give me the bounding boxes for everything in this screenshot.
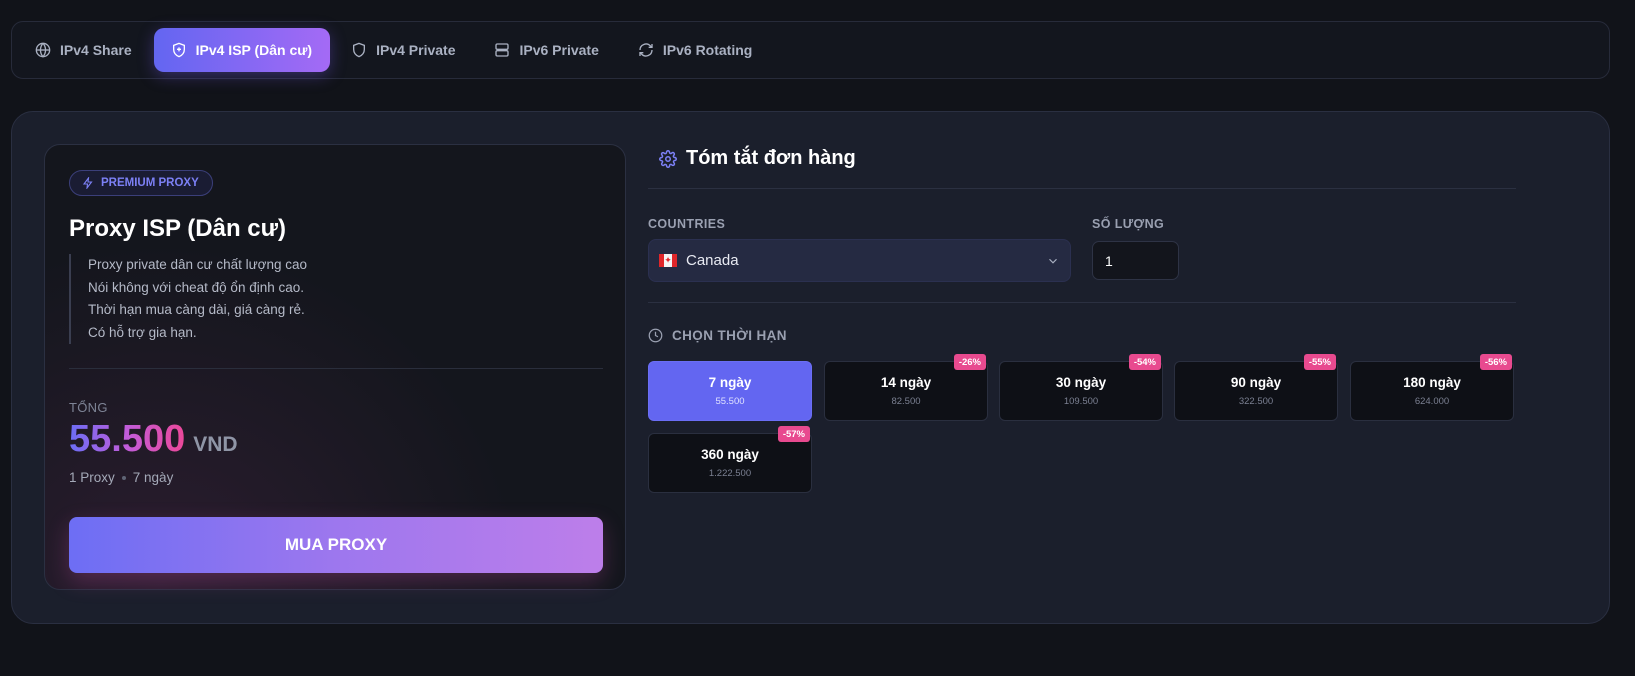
quantity-label: SỐ LƯỢNG	[1092, 217, 1165, 231]
order-meta: 1 Proxy 7 ngày	[69, 470, 173, 485]
globe-icon	[35, 42, 51, 58]
duration-days: 14 ngày	[880, 375, 932, 390]
proxy-type-tabs: IPv4 Share IPv4 ISP (Dân cư) IPv4 Privat…	[11, 21, 1610, 79]
tab-label: IPv4 ISP (Dân cư)	[195, 42, 313, 58]
duration-days: 7 ngày	[708, 375, 752, 390]
duration-price: 82.500	[891, 396, 921, 407]
tab-ipv6-private[interactable]: IPv6 Private	[477, 28, 616, 72]
quantity-input[interactable]	[1092, 241, 1179, 280]
duration-price: 109.500	[1063, 396, 1099, 407]
total-label: TỔNG	[69, 400, 108, 415]
gear-icon	[659, 149, 677, 168]
tab-ipv6-rotating[interactable]: IPv6 Rotating	[621, 28, 770, 72]
duration-price: 322.500	[1238, 396, 1274, 407]
separator-dot	[121, 475, 126, 480]
price-amount: 55.500	[69, 418, 186, 460]
tab-label: IPv4 Share	[60, 42, 132, 58]
description-line: Có hỗ trợ gia hạn.	[88, 324, 197, 340]
duration-label: CHỌN THỜI HẠN	[672, 328, 787, 343]
refresh-icon	[639, 43, 653, 57]
description-line: Proxy private dân cư chất lượng cao	[88, 257, 308, 272]
canada-flag-icon: ✦	[659, 254, 677, 267]
discount-badge: -56%	[1479, 354, 1512, 370]
shield-icon	[353, 42, 366, 58]
discount-badge: -26%	[953, 354, 986, 370]
buy-proxy-button[interactable]: MUA PROXY	[69, 517, 603, 573]
tab-label: IPv6 Rotating	[662, 42, 753, 58]
chevron-down-icon	[1049, 258, 1057, 264]
duration-option-90[interactable]: -55% 90 ngày 322.500	[1174, 354, 1338, 421]
divider	[648, 302, 1516, 303]
duration-option-14[interactable]: -26% 14 ngày 82.500	[824, 354, 988, 421]
lightning-icon	[82, 177, 93, 189]
summary-header: Tóm tắt đơn hàng	[659, 147, 856, 170]
duration-price: 624.000	[1414, 396, 1450, 407]
total-price: 55.500 VND	[69, 418, 238, 461]
divider	[648, 188, 1516, 189]
order-panel: PREMIUM PROXY Proxy ISP (Dân cư) Proxy p…	[11, 111, 1610, 624]
duration-days: 360 ngày	[701, 447, 759, 462]
tab-ipv4-isp[interactable]: IPv4 ISP (Dân cư)	[153, 28, 331, 72]
tab-ipv4-share[interactable]: IPv4 Share	[18, 28, 150, 72]
duration-option-7[interactable]: 7 ngày 55.500	[648, 361, 812, 421]
discount-badge: -57%	[777, 426, 810, 442]
product-card: PREMIUM PROXY Proxy ISP (Dân cư) Proxy p…	[44, 144, 626, 590]
summary-title: Tóm tắt đơn hàng	[686, 147, 856, 169]
shield-plus-icon	[172, 42, 185, 58]
badge-label: PREMIUM PROXY	[101, 177, 199, 189]
duration-days: 30 ngày	[1055, 375, 1107, 390]
server-icon	[495, 43, 510, 57]
duration-option-360[interactable]: -57% 360 ngày 1.222.500	[648, 426, 812, 493]
divider	[69, 368, 603, 369]
duration-header: CHỌN THỜI HẠN	[648, 328, 787, 343]
duration-option-180[interactable]: -56% 180 ngày 624.000	[1350, 354, 1514, 421]
tab-ipv4-private[interactable]: IPv4 Private	[334, 28, 473, 72]
meta-duration: 7 ngày	[132, 470, 174, 485]
price-currency: VND	[193, 433, 238, 456]
duration-option-30[interactable]: -54% 30 ngày 109.500	[999, 354, 1163, 421]
country-select[interactable]: ✦ Canada	[648, 239, 1071, 282]
premium-badge: PREMIUM PROXY	[69, 170, 213, 196]
countries-label: COUNTRIES	[648, 217, 726, 231]
description-line: Thời hạn mua càng dài, giá càng rẻ.	[88, 302, 305, 317]
description-line: Nói không với cheat độ ổn định cao.	[88, 279, 304, 295]
duration-days: 90 ngày	[1230, 375, 1282, 390]
tab-label: IPv6 Private	[519, 42, 599, 58]
country-value: Canada	[686, 252, 739, 269]
duration-price: 1.222.500	[708, 468, 752, 479]
discount-badge: -54%	[1128, 354, 1161, 370]
duration-days: 180 ngày	[1403, 375, 1461, 390]
meta-quantity: 1 Proxy	[69, 470, 115, 485]
product-title: Proxy ISP (Dân cư)	[69, 215, 287, 242]
discount-badge: -55%	[1303, 354, 1336, 370]
clock-icon	[648, 328, 663, 343]
duration-price: 55.500	[715, 396, 745, 407]
tab-label: IPv4 Private	[376, 42, 456, 58]
product-description: Proxy private dân cư chất lượng cao Nói …	[69, 254, 307, 344]
